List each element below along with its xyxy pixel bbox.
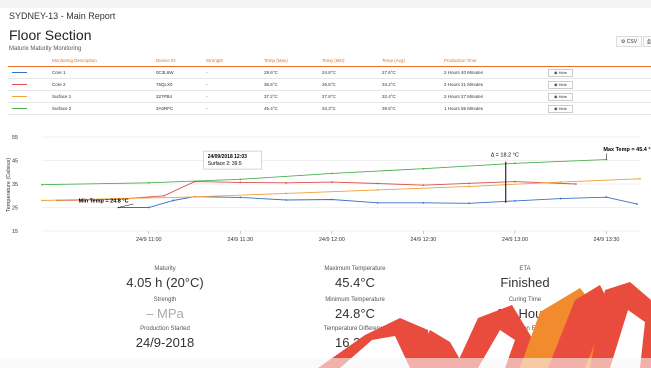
brand-logo bbox=[0, 282, 651, 368]
